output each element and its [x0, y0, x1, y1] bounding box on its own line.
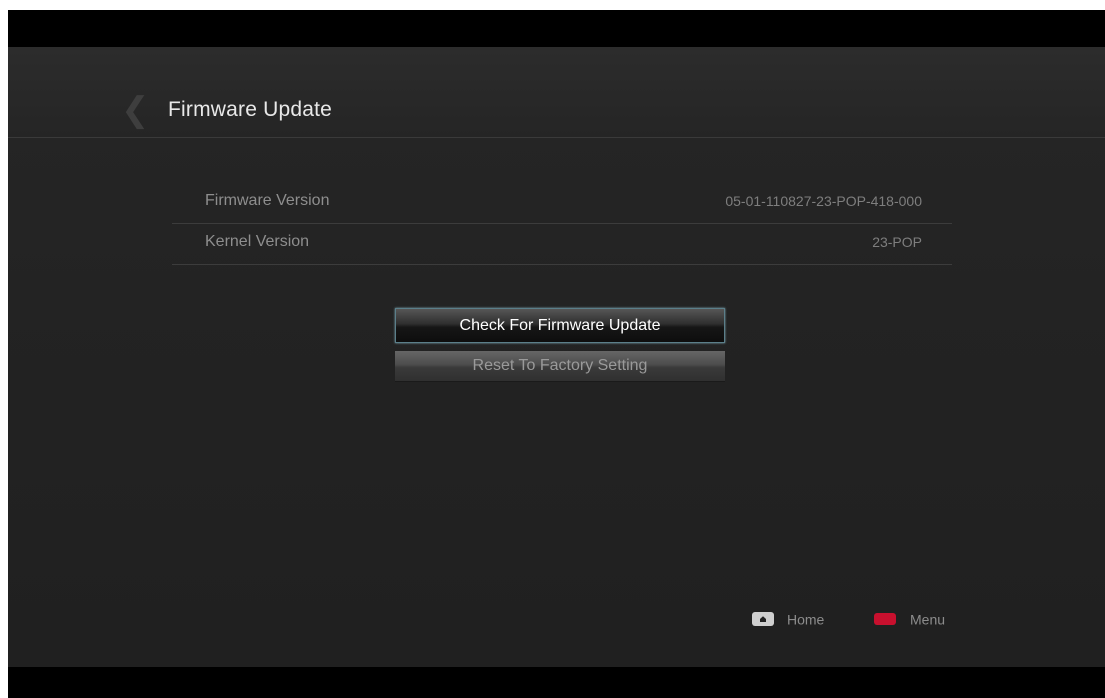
header-bar: ❮ Firmware Update: [8, 47, 1105, 138]
home-hint-label: Home: [787, 611, 825, 628]
page-title: Firmware Update: [168, 98, 333, 121]
check-for-firmware-update-button[interactable]: Check For Firmware Update: [395, 308, 725, 343]
firmware-version-row: Firmware Version 05-01-110827-23-POP-418…: [172, 183, 952, 224]
kernel-version-row: Kernel Version 23-POP: [172, 224, 952, 265]
reset-to-factory-setting-button[interactable]: Reset To Factory Setting: [395, 351, 725, 382]
kernel-version-label: Kernel Version: [205, 233, 310, 250]
tv-frame: ❮ Firmware Update Firmware Version 05-01…: [8, 10, 1105, 698]
home-key-icon: [752, 612, 774, 627]
firmware-version-label: Firmware Version: [205, 192, 330, 209]
home-hint[interactable]: Home: [752, 610, 824, 630]
menu-hint[interactable]: Menu: [874, 610, 945, 630]
kernel-version-value: 23-POP: [872, 234, 922, 250]
back-arrow-icon[interactable]: ❮: [121, 93, 150, 127]
menu-hint-label: Menu: [910, 611, 946, 628]
red-key-icon: [874, 613, 896, 626]
firmware-update-screen: ❮ Firmware Update Firmware Version 05-01…: [8, 47, 1105, 667]
firmware-version-value: 05-01-110827-23-POP-418-000: [725, 193, 922, 209]
